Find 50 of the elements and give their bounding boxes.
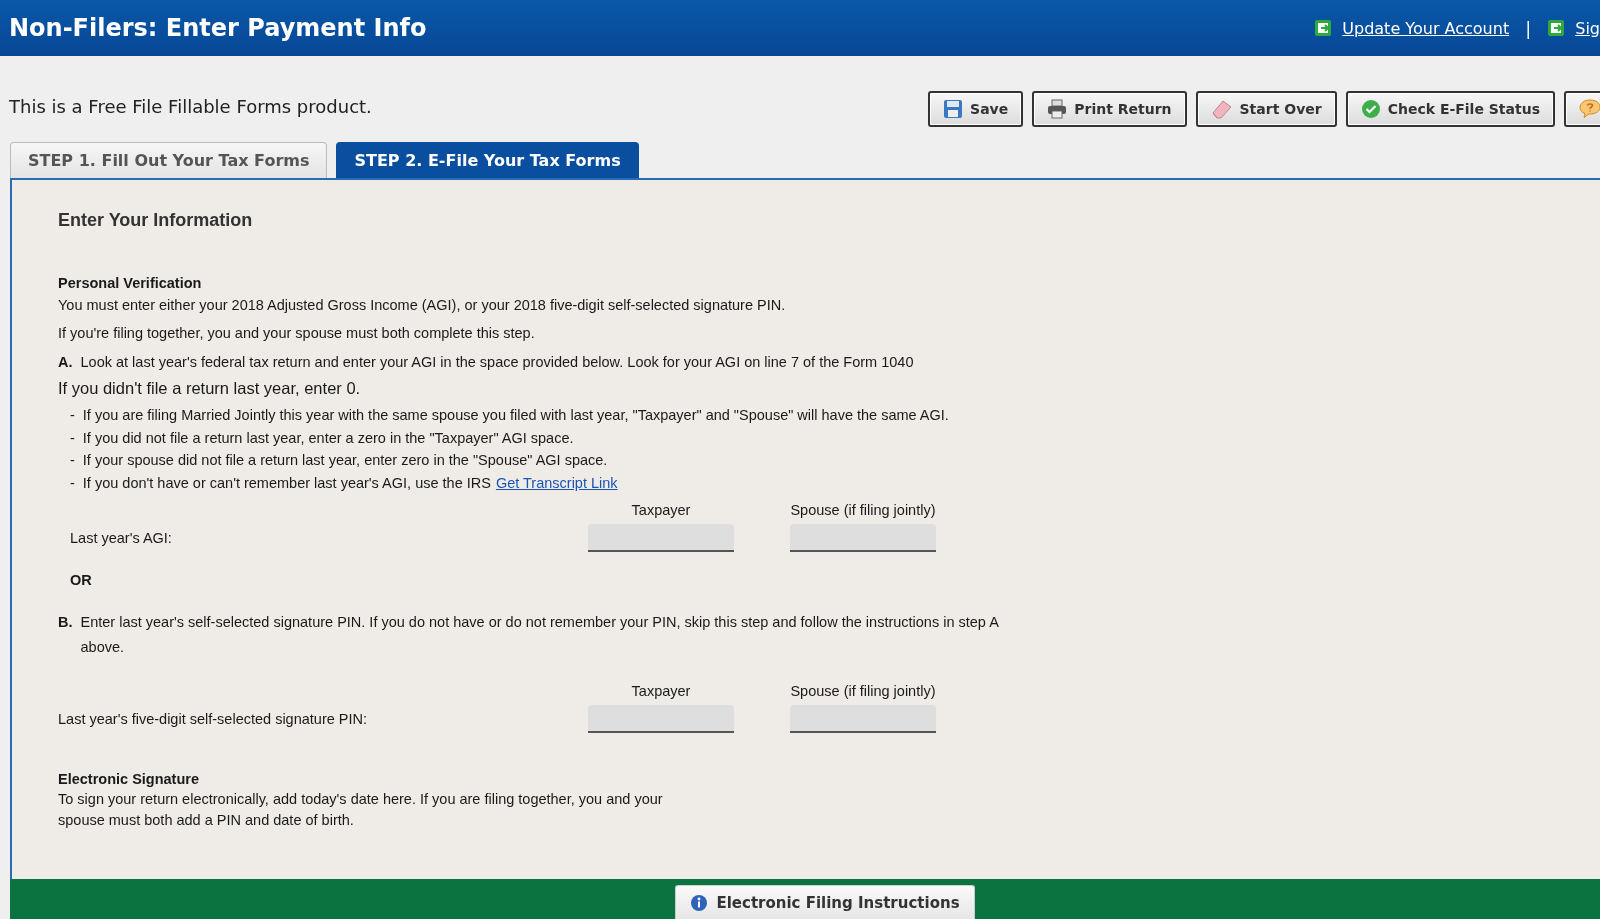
toolbar-button[interactable]: Print Return [1032,91,1187,127]
page-title: Non-Filers: Enter Payment Info [9,14,427,42]
header-link[interactable]: Update Your Account [1342,18,1510,38]
input-field[interactable] [588,524,734,552]
bullet-marker: - [70,451,75,470]
or-label: OR [69,572,93,588]
toolbar-button[interactable]: Check E-File Status [1345,91,1555,127]
step-tab[interactable]: STEP 1. Fill Out Your Tax Forms [10,142,328,178]
bullet-marker: - [70,428,75,447]
check-icon [1360,99,1381,119]
transcript-link[interactable]: Get Transcript Link [495,474,618,491]
bullet-text: If you are filing Married Jointly this year with the same spouse you filed with last year, "Taxpayer" and "Spouse" will have the same AGI. [82,406,949,425]
step-tab[interactable]: STEP 2. E-File Your Tax Forms [336,142,639,178]
step-label: B. [58,613,73,632]
bullet-text: If you don't have or can't remember last year's AGI, use the IRS Get Transcript Link [82,473,618,492]
instructions-button[interactable]: Electronic Filing Instructions [675,885,975,919]
bullet-marker: - [70,406,75,425]
signature-text: To sign your return electronically, add today's date here. If you are filing together, you and your spouse must both add a PIN and date of birth. [58,790,664,830]
input-field[interactable] [790,524,936,552]
column-heading: Spouse (if filing jointly) [790,502,936,518]
instruction-text: If you didn't file a return last year, enter 0. [58,378,362,398]
bullet-text: If your spouse did not file a return last year, enter zero in the "Spouse" AGI space. [82,451,608,470]
exit-icon [1314,19,1333,37]
separator: | [1525,17,1532,39]
instruction-text: You must enter either your 2018 Adjusted Gross Income (AGI), or your 2018 five-digit self-selected signature PIN. [58,296,787,314]
column-heading: Taxpayer [630,502,692,518]
field-label: Last year's five-digit self-selected signature PIN: [58,711,369,727]
step-label: A. [58,353,73,372]
toolbar-button[interactable]: Start Over [1195,91,1337,127]
step-text: Enter last year's self-selected signature PIN. If you do not have or do not remember your PIN, skip this step and follow the instructions in step A above. [80,613,1000,657]
bullet-text: If you did not file a return last year, enter a zero in the "Taxpayer" AGI space. [82,428,574,447]
exit-icon [1547,19,1566,37]
printer-icon [1047,99,1068,119]
section-title: Enter Your Information [58,210,254,231]
bullet-marker: - [70,473,75,492]
product-note: This is a Free File Fillable Forms product. [9,95,372,117]
instruction-text: If you're filing together, you and your spouse must both complete this step. [58,324,536,342]
step-text: Look at last year's federal tax return and enter your AGI in the space provided below. Look for your AGI on line 7 of the Form 1040 [80,353,914,372]
section-heading: Personal Verification [58,275,203,291]
column-heading: Spouse (if filing jointly) [790,683,936,699]
input-field[interactable] [790,705,936,733]
field-label: Last year's AGI: [70,530,173,546]
column-heading: Taxpayer [630,683,692,699]
toolbar-button[interactable]: Save [928,91,1024,127]
speech-bubble-icon [1579,99,1600,119]
info-icon [690,893,709,912]
input-field[interactable] [588,705,734,733]
header-link[interactable]: Sig [1575,18,1600,38]
section-heading: Electronic Signature [58,771,200,787]
eraser-icon [1210,99,1233,119]
